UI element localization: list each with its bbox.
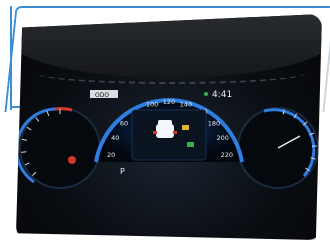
speed-tick-label: 220 bbox=[221, 151, 233, 159]
frame-left-edge bbox=[10, 6, 12, 110]
fuel-icon bbox=[187, 142, 194, 147]
speed-tick-label: 60 bbox=[120, 120, 128, 128]
gear-indicator: P bbox=[120, 167, 125, 176]
instrument-cluster-photo: 20406080100120140160180200220 ODO 4:41 P bbox=[16, 14, 322, 240]
speed-tick-label: 200 bbox=[216, 134, 228, 142]
speed-tick-label: 140 bbox=[180, 101, 192, 109]
left-gauge bbox=[16, 107, 101, 189]
speed-tick-label: 20 bbox=[107, 151, 115, 159]
speed-tick-label: 100 bbox=[146, 101, 158, 109]
speed-tick-label: 120 bbox=[163, 98, 175, 106]
speed-tick-label: 40 bbox=[111, 134, 119, 142]
speedometer: 20406080100120140160180200220 bbox=[94, 98, 244, 163]
clock: 4:41 bbox=[212, 90, 232, 100]
left-gauge-tick bbox=[21, 151, 27, 153]
odometer-label: ODO bbox=[95, 92, 109, 99]
right-gauge bbox=[237, 107, 319, 189]
speed-tick-label: 180 bbox=[208, 120, 220, 128]
left-warning-light bbox=[68, 156, 76, 164]
status-dot bbox=[204, 92, 208, 96]
cluster-graphic: 20406080100120140160180200220 ODO 4:41 P bbox=[16, 90, 319, 189]
warning-icon bbox=[182, 125, 189, 130]
